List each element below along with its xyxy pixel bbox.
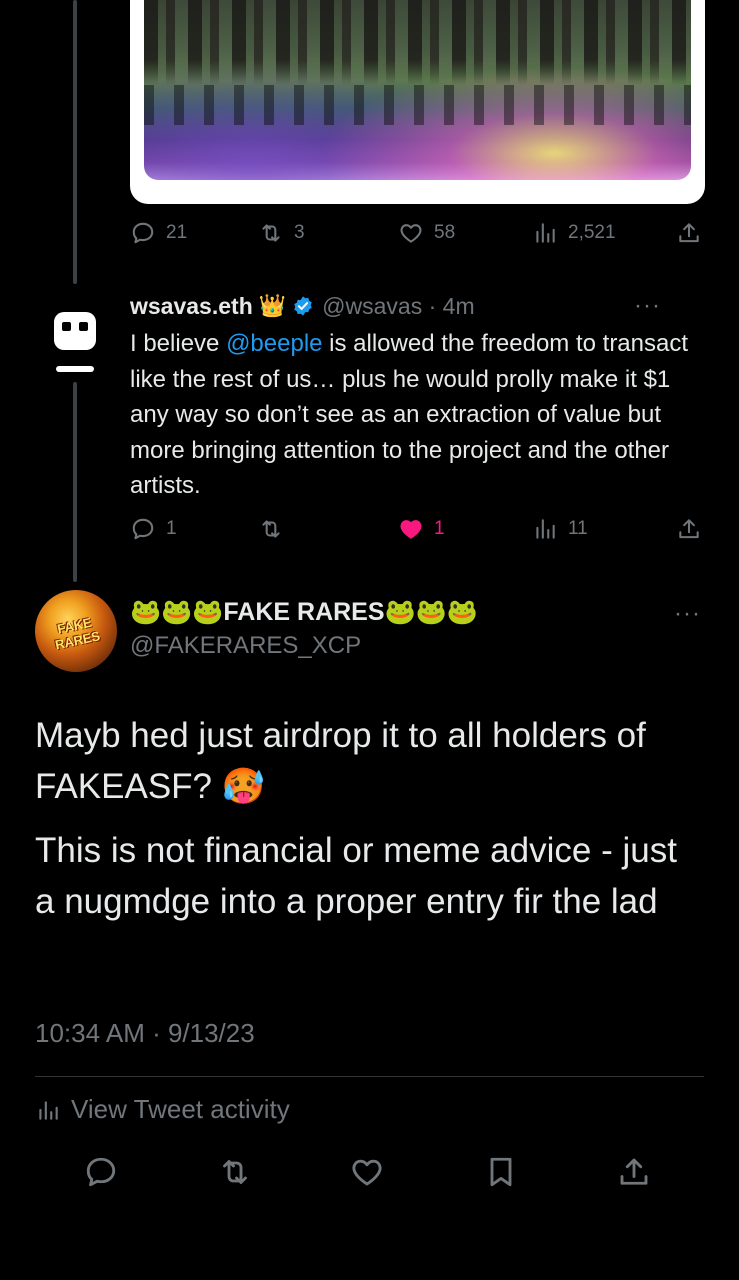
analytics-icon (39, 1100, 58, 1120)
display-name[interactable]: wsavas.eth (130, 293, 253, 320)
reply-icon (132, 518, 154, 540)
bookmark-icon (490, 1157, 512, 1187)
views-icon (536, 519, 555, 539)
main-tweet-actions (35, 1154, 704, 1200)
more-options-button[interactable]: ··· (634, 292, 661, 320)
reply-icon (86, 1157, 116, 1187)
views-count: 11 (568, 518, 588, 539)
retweet-icon (262, 520, 280, 538)
tweet-timestamp[interactable]: 10:34 AM · 9/13/23 (35, 1018, 255, 1049)
share-icon (620, 1158, 648, 1185)
dot-separator: · (428, 292, 437, 319)
frog-emojis-prefix: 🐸🐸🐸 (130, 597, 224, 626)
user-handle[interactable]: @FAKERARES_XCP (130, 632, 361, 660)
divider (35, 1076, 704, 1077)
more-options-button[interactable]: ··· (674, 600, 701, 628)
like-count: 58 (434, 222, 456, 243)
reply-tweet-header: wsavas.eth 👑 @wsavas · 4m ··· (130, 290, 699, 322)
heart-icon (352, 1159, 382, 1186)
reply-tweet-text: I believe @beeple is allowed the freedom… (130, 330, 689, 499)
tweet-text-paragraph-1: Mayb hed just airdrop it to all holders … (35, 716, 646, 806)
share-icon (679, 223, 699, 243)
retweet-icon (223, 1160, 247, 1184)
retweet-count: 3 (294, 222, 305, 243)
crown-emoji: 👑 (258, 293, 287, 318)
like-action[interactable]: 58 (398, 220, 455, 246)
like-count: 1 (434, 518, 445, 539)
reply-count: 1 (166, 518, 177, 539)
verified-badge-icon (294, 296, 312, 316)
image-figures (144, 0, 691, 85)
view-activity-label: View Tweet activity (71, 1094, 290, 1124)
quoted-tweet-actions: 21 3 58 2,521 (130, 220, 705, 250)
share-action[interactable] (676, 516, 702, 542)
bookmark-button[interactable] (483, 1154, 519, 1190)
retweet-action[interactable]: 3 (258, 220, 305, 246)
heart-icon (400, 224, 422, 243)
frog-emojis-suffix: 🐸🐸🐸 (384, 597, 478, 626)
retweet-icon (262, 224, 280, 242)
reply-count: 21 (166, 222, 188, 243)
views-action[interactable]: 11 (532, 516, 588, 542)
thread-line-top (73, 0, 77, 284)
view-tweet-activity-link[interactable]: View Tweet activity (35, 1094, 290, 1125)
reply-action[interactable]: 1 (130, 516, 177, 542)
share-button[interactable] (616, 1154, 652, 1190)
display-name-text: FAKE RARES (223, 597, 385, 626)
reply-tweet-actions: 1 1 11 (130, 516, 705, 546)
reply-action[interactable]: 21 (130, 220, 187, 246)
like-action[interactable]: 1 (398, 516, 445, 542)
avatar-logo-text: FAKE RARES (53, 614, 102, 653)
heart-filled-icon (400, 520, 422, 539)
avatar[interactable]: FAKE RARES (35, 590, 117, 672)
avatar[interactable] (52, 306, 98, 376)
thread-line-bottom (73, 382, 77, 582)
embedded-image[interactable] (144, 0, 691, 180)
views-action[interactable]: 2,521 (532, 220, 616, 246)
relative-time: 4m (442, 292, 475, 319)
reply-button[interactable] (83, 1154, 119, 1190)
mention-link[interactable]: @beeple (226, 330, 322, 357)
embedded-media-card[interactable] (130, 0, 705, 204)
avatar-logo-icon (54, 312, 96, 372)
image-reflection (144, 85, 691, 125)
retweet-action[interactable] (258, 516, 294, 542)
views-count: 2,521 (568, 222, 616, 243)
views-icon (536, 223, 555, 243)
tweet-text-paragraph-2: This is not financial or meme advice - j… (35, 831, 677, 921)
user-handle[interactable]: @wsavas · 4m (322, 293, 474, 320)
retweet-button[interactable] (217, 1154, 253, 1190)
reply-icon (132, 222, 154, 244)
share-action[interactable] (676, 220, 702, 246)
like-button[interactable] (349, 1154, 385, 1190)
share-icon (679, 519, 699, 539)
display-name[interactable]: 🐸🐸🐸 FAKE RARES 🐸🐸🐸 (130, 594, 478, 630)
